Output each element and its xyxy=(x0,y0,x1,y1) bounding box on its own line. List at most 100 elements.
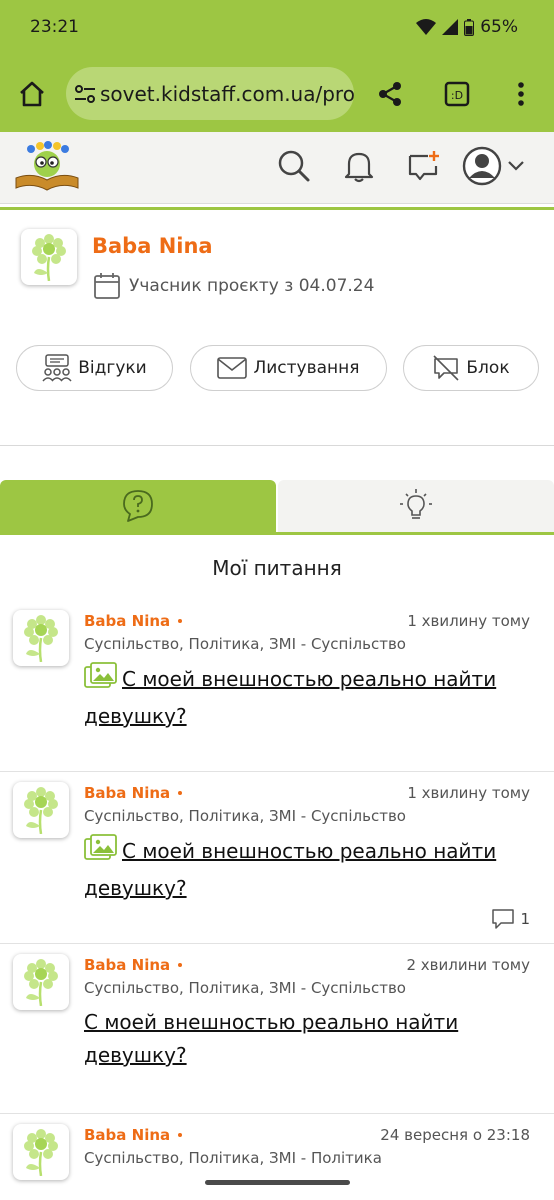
notifications-button[interactable] xyxy=(335,144,383,188)
signal-icon xyxy=(442,19,459,35)
question-category[interactable]: Суспільство, Політика, ЗМІ - Суспільство xyxy=(84,635,406,653)
question-item[interactable]: Baba Nina 1 хвилину тому Суспільство, По… xyxy=(0,600,554,772)
search-button[interactable] xyxy=(270,144,318,188)
comments-count[interactable]: 1 xyxy=(491,908,530,930)
url-text: sovet.kidstaff.com.ua/pro xyxy=(100,81,354,106)
profile-avatar xyxy=(21,229,77,285)
tab-switcher-button[interactable]: :D xyxy=(437,74,477,114)
online-dot xyxy=(178,963,183,967)
messages-button[interactable]: Листування xyxy=(190,345,387,391)
site-settings-button[interactable] xyxy=(74,74,96,114)
status-time: 23:21 xyxy=(30,17,79,37)
member-since-text: Учасник проєкту з 04.07.24 xyxy=(129,276,375,296)
messages-label: Листування xyxy=(253,358,360,378)
home-button[interactable] xyxy=(12,74,52,114)
image-icon xyxy=(84,662,117,688)
author-name[interactable]: Baba Nina xyxy=(84,612,170,630)
status-indicators: 65% xyxy=(416,17,518,37)
battery-icon xyxy=(464,18,475,36)
author-name[interactable]: Baba Nina xyxy=(84,1126,170,1144)
question-title-text[interactable]: С моей внешностью реально найти девушку? xyxy=(84,1010,458,1067)
search-icon xyxy=(278,150,310,182)
online-dot xyxy=(178,791,183,795)
site-logo[interactable] xyxy=(14,140,80,192)
question-icon xyxy=(123,490,153,522)
author-name-row[interactable]: Baba Nina xyxy=(84,1126,183,1144)
share-icon xyxy=(379,82,401,106)
reviews-icon xyxy=(42,354,72,382)
author-avatar[interactable] xyxy=(13,610,69,666)
tab-advice[interactable] xyxy=(278,480,554,532)
home-indicator[interactable] xyxy=(205,1180,350,1185)
flower-icon xyxy=(32,234,66,281)
envelope-icon xyxy=(217,357,248,379)
question-item[interactable]: Baba Nina 1 хвилину тому Суспільство, По… xyxy=(0,772,554,944)
new-question-button[interactable] xyxy=(400,144,448,188)
user-menu-button[interactable] xyxy=(462,144,534,188)
address-bar[interactable]: sovet.kidstaff.com.ua/pro xyxy=(66,67,354,120)
battery-level: 65% xyxy=(480,17,518,37)
block-button[interactable]: Блок xyxy=(403,345,539,391)
flower-icon xyxy=(24,1129,58,1176)
calendar-icon xyxy=(94,273,120,299)
more-icon xyxy=(518,82,524,106)
question-title-text[interactable]: С моей внешностью реально найти девушку? xyxy=(84,839,496,900)
author-name-row[interactable]: Baba Nina xyxy=(84,612,183,630)
image-attachment xyxy=(84,834,118,872)
tab-underline xyxy=(0,532,554,535)
online-dot xyxy=(178,1133,183,1137)
profile-divider xyxy=(0,445,554,446)
reviews-button[interactable]: Відгуки xyxy=(16,345,173,391)
question-time: 2 хвилини тому xyxy=(406,956,530,974)
comments-value: 1 xyxy=(520,910,530,928)
member-since: Учасник проєкту з 04.07.24 xyxy=(93,272,374,300)
site-settings-icon xyxy=(75,84,95,103)
author-name-row[interactable]: Baba Nina xyxy=(84,784,183,802)
reviews-label: Відгуки xyxy=(78,358,147,378)
section-title: Мої питання xyxy=(212,556,342,580)
question-item[interactable]: Baba Nina 2 хвилини тому Суспільство, По… xyxy=(0,944,554,1114)
chevron-down-icon xyxy=(508,161,524,171)
comment-icon xyxy=(492,909,515,929)
online-dot xyxy=(178,619,183,623)
question-stats: 1 xyxy=(491,908,530,930)
block-icon xyxy=(433,355,459,381)
author-name-row[interactable]: Baba Nina xyxy=(84,956,183,974)
wifi-icon xyxy=(416,19,437,35)
share-button[interactable] xyxy=(370,74,410,114)
author-avatar[interactable] xyxy=(13,1124,69,1180)
question-category[interactable]: Суспільство, Політика, ЗМІ - Політика xyxy=(84,1149,382,1167)
header-divider xyxy=(0,207,554,210)
question-time: 1 хвилину тому xyxy=(407,784,530,802)
question-time: 24 вересня о 23:18 xyxy=(380,1126,530,1144)
svg-text::D: :D xyxy=(451,89,463,102)
flower-icon xyxy=(24,787,58,834)
logo-icon xyxy=(15,141,79,191)
author-avatar[interactable] xyxy=(13,954,69,1010)
lightbulb-icon xyxy=(400,489,432,519)
question-item[interactable]: Baba Nina 24 вересня о 23:18 Суспільство… xyxy=(0,1114,554,1200)
author-name[interactable]: Baba Nina xyxy=(84,784,170,802)
tab-questions[interactable] xyxy=(0,480,276,532)
question-title[interactable]: С моей внешностью реально найти девушку? xyxy=(84,662,524,733)
home-icon xyxy=(20,81,44,107)
question-title-text[interactable]: С моей внешностью реально найти девушку? xyxy=(84,667,496,728)
tab-switcher-icon: :D xyxy=(444,81,470,107)
question-category[interactable]: Суспільство, Політика, ЗМІ - Суспільство xyxy=(84,807,406,825)
more-menu-button[interactable] xyxy=(501,74,541,114)
new-chat-icon xyxy=(408,151,439,181)
question-time: 1 хвилину тому xyxy=(407,612,530,630)
question-title[interactable]: С моей внешностью реально найти девушку? xyxy=(84,834,524,905)
question-title[interactable]: С моей внешностью реально найти девушку? xyxy=(84,1006,524,1072)
user-icon xyxy=(462,146,502,186)
block-label: Блок xyxy=(466,358,510,378)
flower-icon xyxy=(24,615,58,662)
image-attachment xyxy=(84,662,118,700)
author-avatar[interactable] xyxy=(13,782,69,838)
profile-name: Baba Nina xyxy=(92,234,213,258)
image-icon xyxy=(84,834,117,860)
bell-icon xyxy=(344,152,374,183)
question-category[interactable]: Суспільство, Політика, ЗМІ - Суспільство xyxy=(84,979,406,997)
browser-chrome: 23:21 65% sovet.kidstaff.com.ua/pro :D xyxy=(0,0,554,132)
author-name[interactable]: Baba Nina xyxy=(84,956,170,974)
